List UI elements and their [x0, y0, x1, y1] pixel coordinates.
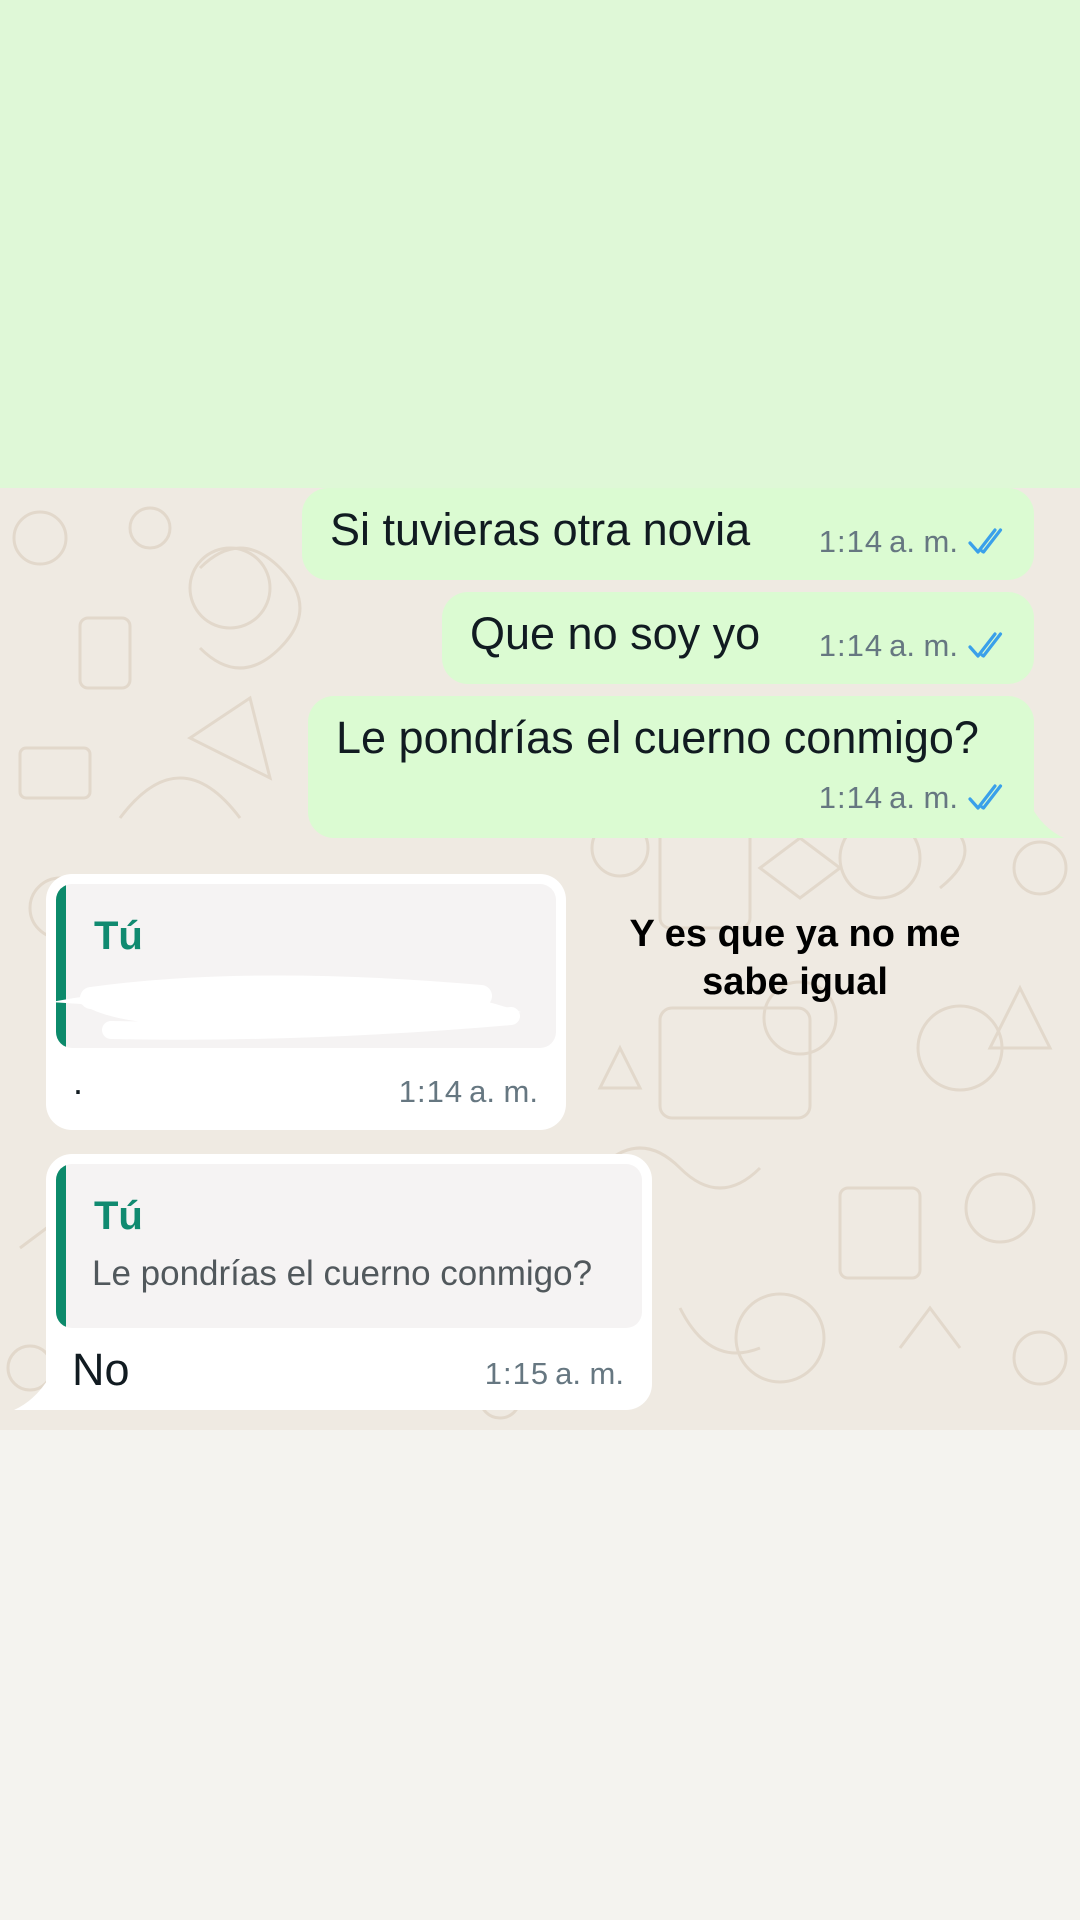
message-meta: 1:14 a. m.: [399, 1074, 538, 1110]
message-ampm: a. m.: [889, 524, 958, 559]
redaction-scribble: [56, 975, 521, 1040]
quoted-message[interactable]: Tú Le pondrías el cuerno conmigo?: [56, 1164, 642, 1328]
double-check-icon: [968, 784, 1003, 810]
message-meta: 1:14 a. m.: [819, 628, 1012, 664]
double-check-icon: [968, 632, 1003, 658]
incoming-reply-bubble[interactable]: Tú Le pondrías el cuerno conmigo? No 1:1…: [46, 1154, 652, 1410]
bubble-tail: [1030, 804, 1064, 838]
quoted-message[interactable]: Tú: [56, 884, 556, 1048]
message-ampm: a. m.: [889, 780, 958, 815]
message-ampm: a. m.: [889, 628, 958, 663]
quote-text: Le pondrías el cuerno conmigo?: [92, 1254, 593, 1293]
top-background-band: [0, 0, 1080, 488]
bubble-tail: [14, 1376, 50, 1410]
quote-author: Tú: [94, 1194, 143, 1238]
message-time: 1:14: [818, 628, 884, 663]
message-text: Le pondrías el cuerno conmigo?: [336, 712, 979, 763]
message-text: ·: [72, 1069, 84, 1110]
message-meta: 1:14 a. m.: [819, 780, 1012, 816]
caption-line: Y es que ya no me: [629, 913, 961, 955]
message-time: 1:14: [398, 1074, 464, 1109]
message-time: 1:14: [818, 524, 884, 559]
message-meta: 1:15 a. m.: [485, 1356, 624, 1392]
message-meta: 1:14 a. m.: [819, 524, 1012, 560]
caption-line: sabe igual: [702, 961, 888, 1003]
incoming-reply-bubble[interactable]: Tú · 1:14 a. m.: [46, 874, 566, 1130]
overlay-caption: Y es que ya no me sabe igual: [600, 910, 990, 1006]
bottom-background-band: [0, 1430, 1080, 1920]
outgoing-message-bubble[interactable]: Si tuvieras otra novia 1:14 a. m.: [302, 488, 1034, 580]
double-check-icon: [968, 528, 1003, 554]
message-time: 1:15: [484, 1356, 550, 1391]
message-time: 1:14: [818, 780, 884, 815]
message-ampm: a. m.: [555, 1356, 624, 1391]
message-ampm: a. m.: [469, 1074, 538, 1109]
message-text: Que no soy yo: [470, 608, 761, 659]
quote-accent-bar: [56, 1164, 66, 1328]
outgoing-message-bubble[interactable]: Le pondrías el cuerno conmigo? 1:14 a. m…: [308, 696, 1034, 838]
outgoing-message-bubble[interactable]: Que no soy yo 1:14 a. m.: [442, 592, 1034, 684]
message-text: No: [72, 1344, 130, 1395]
message-text: Si tuvieras otra novia: [330, 504, 751, 555]
